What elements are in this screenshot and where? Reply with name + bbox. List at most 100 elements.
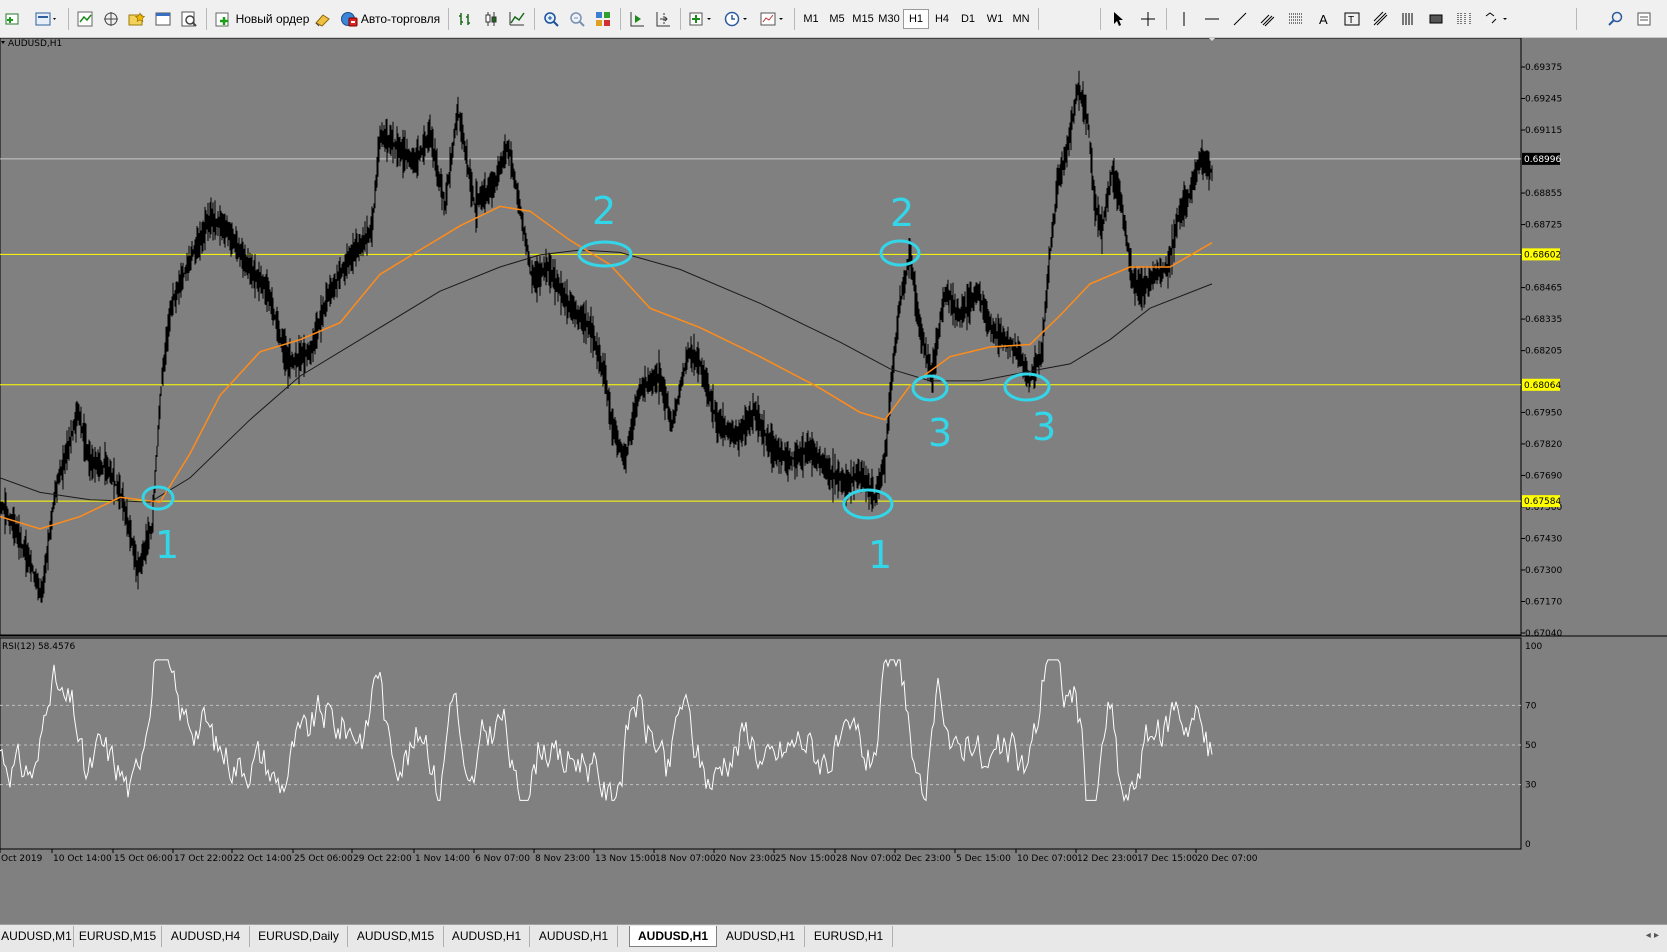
main-plot-frame [0,38,1522,636]
time-tick-label: 12 Dec 23:00 [1077,854,1138,864]
new-chart-icon[interactable] [2,8,24,30]
chart-window[interactable]: 1 2 3 1 2 3 RSI(12) 58.4576 AUDUSD,H1 0.69375 0… [0,38,1667,924]
zoom-out-icon[interactable] [566,8,588,30]
price-tick-label: 0.68335 [1525,315,1562,325]
line-chart-icon[interactable] [506,8,528,30]
rsi-tick-label: 0 [1525,840,1531,850]
time-tick-label: 20 Nov 23:00 [715,854,776,864]
timeframe-m15-button[interactable]: M15 [850,9,876,29]
autoscroll-icon[interactable] [626,8,648,30]
markup-digit: 1 [868,533,892,577]
price-tick-label: 0.67690 [1525,471,1562,481]
tab-audusd-h1-a[interactable]: AUDUSD,H1 [444,926,530,947]
level-price-label: 0.67584 [1524,497,1561,507]
terminal-icon[interactable] [152,8,174,30]
indicators-icon[interactable] [686,8,716,30]
tab-scroll-arrows[interactable]: ◂ ▸ [1646,930,1659,941]
time-tick-label: 20 Dec 07:00 [1197,854,1258,864]
time-tick-label: 25 Oct 06:00 [294,854,353,864]
markup-digit: 2 [890,191,914,235]
timeframe-mn-button[interactable]: MN [1008,9,1034,29]
price-tick-label: 0.67040 [1525,629,1562,639]
price-tick-label: 0.68465 [1525,284,1562,294]
search-icon[interactable] [1608,8,1632,30]
time-tick-label: 10 Oct 14:00 [53,854,112,864]
tab-audusd-h1-b[interactable]: AUDUSD,H1 [530,926,618,947]
markup-digit: 3 [928,411,952,455]
markup-digit: 2 [592,189,616,233]
chart-tabs: AUDUSD,M1 EURUSD,M15 AUDUSD,H4 EURUSD,Da… [0,924,1667,952]
symbol-label: AUDUSD,H1 [8,39,62,49]
time-tick-label: 8 Nov 23:00 [535,854,590,864]
price-tick-label: 0.67170 [1525,597,1562,607]
tab-eurusd-daily[interactable]: EURUSD,Daily [250,926,348,947]
tab-audusd-m15[interactable]: AUDUSD,M15 [348,926,444,947]
navigator-icon[interactable] [100,8,122,30]
zoom-in-icon[interactable] [540,8,562,30]
level-price-label: 0.68602 [1524,250,1561,260]
price-tick-label: 0.69375 [1525,63,1562,73]
timeframe-m1-button[interactable]: M1 [798,9,824,29]
timeframe-d1-button[interactable]: D1 [955,9,981,29]
rsi-plot-frame [0,637,1522,850]
price-tick-label: 0.68855 [1525,189,1562,199]
autotrading-label: Авто-торговля [360,12,441,26]
price-tick-label: 0.67430 [1525,534,1562,544]
timeframe-h1-button[interactable]: H1 [903,9,929,29]
tab-audusd-h1-active[interactable]: AUDUSD,H1 [629,926,717,947]
timeframe-h4-button[interactable]: H4 [929,9,955,29]
rsi-tick-label: 50 [1525,741,1537,751]
tab-audusd-m1[interactable]: AUDUSD,M1 [0,926,74,947]
tab-eurusd-m15[interactable]: EURUSD,M15 [74,926,162,947]
price-tick-label: 0.67820 [1525,440,1562,450]
time-tick-label: 1 Nov 14:00 [415,854,470,864]
market-watch-icon[interactable] [74,8,96,30]
level-price-label: 0.68064 [1524,381,1561,391]
metaeditor-icon[interactable] [312,8,334,30]
time-tick-label: 5 Dec 15:00 [956,854,1011,864]
price-tick-label: 0.67300 [1525,566,1562,576]
chart-shift-icon[interactable] [652,8,674,30]
time-tick-label: 6 Nov 07:00 [475,854,530,864]
time-tick-label: Oct 2019 [1,854,43,864]
time-tick-label: 13 Nov 15:00 [595,854,656,864]
time-tick-label: 29 Oct 22:00 [353,854,412,864]
settings-icon[interactable] [1636,8,1660,30]
rsi-tick-label: 30 [1525,781,1537,791]
time-tick-label: 15 Oct 06:00 [114,854,173,864]
bar-chart-icon[interactable] [454,8,476,30]
markup-digit: 1 [155,523,179,567]
timeframe-m30-button[interactable]: M30 [876,9,902,29]
price-tick-label: 0.68205 [1525,347,1562,357]
price-tick-label: 0.69115 [1525,126,1562,136]
rsi-tick-label: 70 [1525,701,1537,711]
chart-canvas[interactable]: 1 2 3 1 2 3 RSI(12) 58.4576 AUDUSD,H1 0.69375 0… [0,38,1667,924]
rsi-tick-label: 100 [1525,642,1542,652]
chart-grid [0,38,1667,850]
favorites-icon[interactable] [126,8,148,30]
new-order-label: Новый ордер [235,12,310,26]
price-tick-label: 0.69245 [1525,95,1562,105]
tab-audusd-h4[interactable]: AUDUSD,H4 [162,926,250,947]
autotrading-button[interactable]: Авто-торговля [338,8,442,30]
price-tick-label: 0.68725 [1525,221,1562,231]
drawing-toolbar [1040,0,1580,38]
periods-icon[interactable] [722,8,752,30]
rsi-label: RSI(12) 58.4576 [2,642,75,652]
candlestick-icon[interactable] [480,8,502,30]
current-price-label: 0.68996 [1524,155,1561,165]
tile-windows-icon[interactable] [592,8,614,30]
terminal-window: Новый ордер Авто-торговля M1 M5 M15 M30 … [0,0,1667,952]
timeframe-m5-button[interactable]: M5 [824,9,850,29]
tester-icon[interactable] [178,8,200,30]
time-tick-label: 17 Dec 15:00 [1137,854,1198,864]
profiles-icon[interactable] [32,8,60,30]
markup-digit: 3 [1032,405,1056,449]
timeframe-w1-button[interactable]: W1 [982,9,1008,29]
tab-audusd-h1-c[interactable]: AUDUSD,H1 [717,926,805,947]
templates-icon[interactable] [758,8,788,30]
tab-eurusd-h1[interactable]: EURUSD,H1 [805,926,893,947]
new-order-button[interactable]: Новый ордер [212,8,312,30]
time-tick-label: 28 Nov 07:00 [836,854,897,864]
time-tick-label: 18 Nov 07:00 [655,854,716,864]
